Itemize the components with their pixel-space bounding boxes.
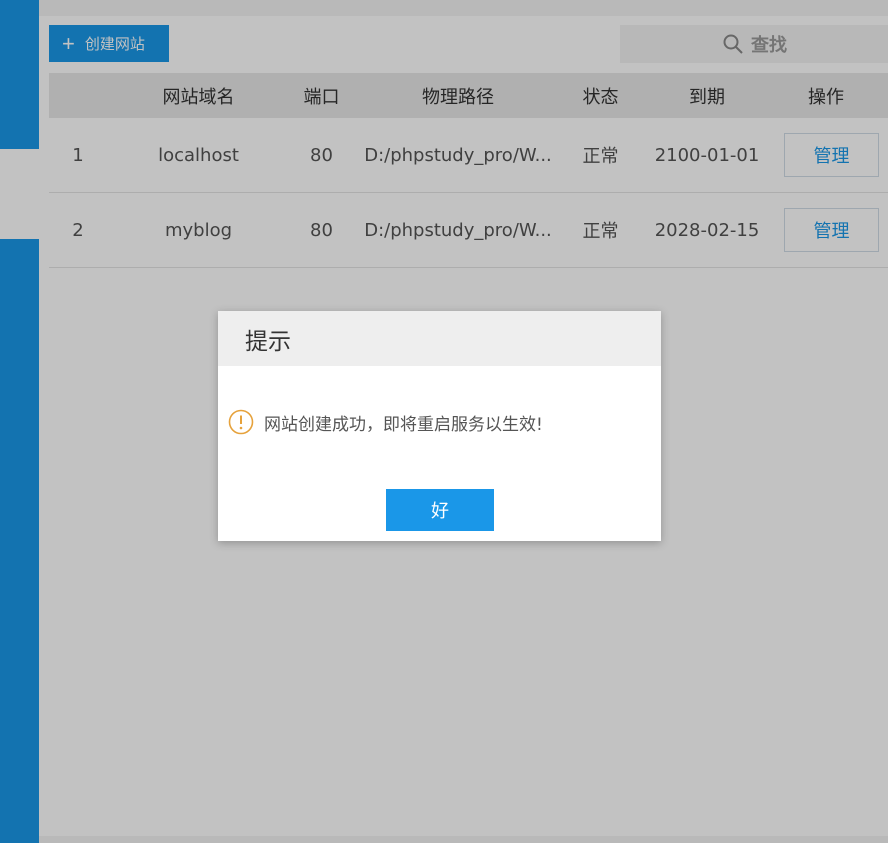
warning-icon	[228, 409, 254, 435]
dialog-body: 网站创建成功，即将重启服务以生效!	[228, 409, 543, 435]
ok-button[interactable]: 好	[386, 489, 494, 531]
dialog-title: 提示	[218, 311, 661, 366]
dialog-message: 网站创建成功，即将重启服务以生效!	[264, 414, 543, 435]
alert-dialog: 提示 网站创建成功，即将重启服务以生效! 好	[218, 311, 661, 541]
